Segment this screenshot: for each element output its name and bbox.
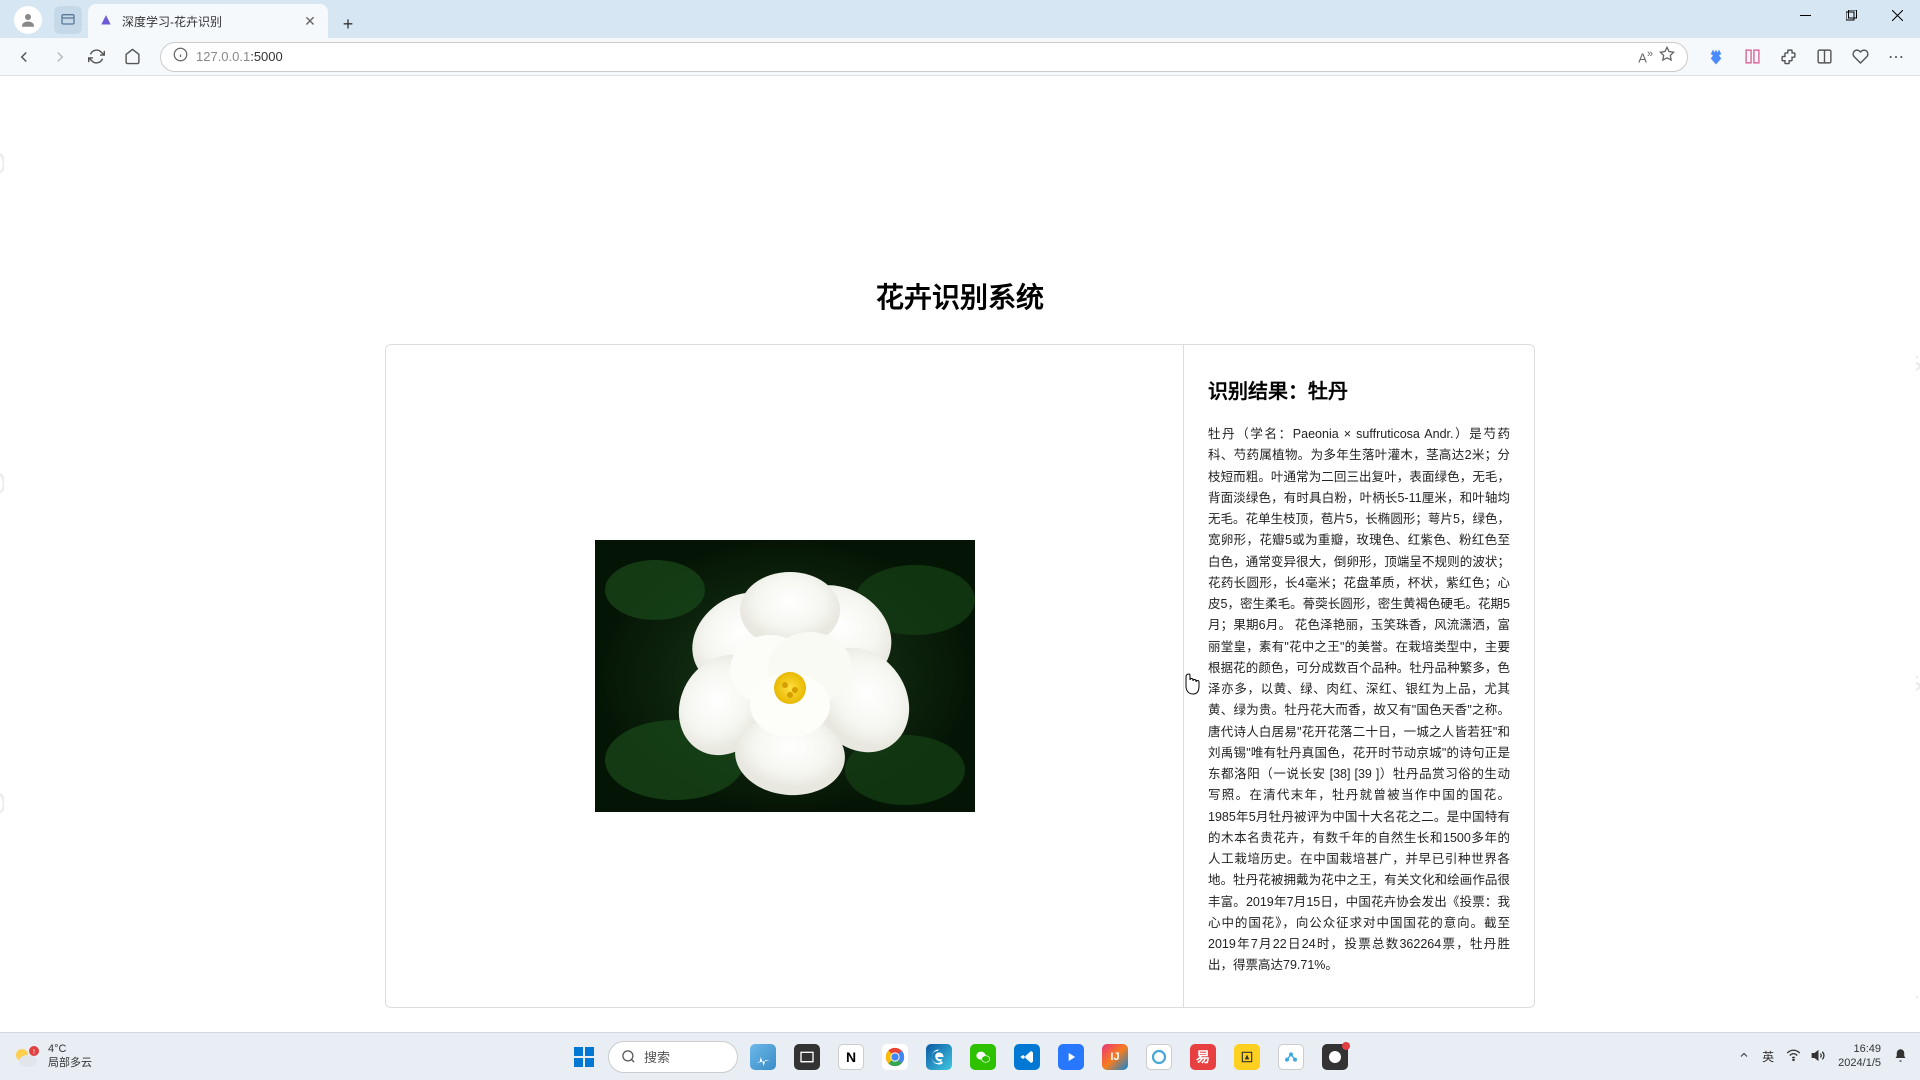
app-icon-8[interactable] [1228,1038,1266,1076]
weather-text: 4°C 局部多云 [48,1043,92,1069]
back-button[interactable] [8,41,40,73]
browser-tab[interactable]: 深度学习-花卉识别 ✕ [88,4,328,38]
search-placeholder: 搜索 [644,1047,670,1066]
app-icon-7[interactable]: 易 [1184,1038,1222,1076]
app-icon-notion[interactable]: N [832,1038,870,1076]
page-viewport: 花卉识别系统 [4,56,1916,1032]
result-description: 牡丹（学名：Paeonia × suffruticosa Andr.）是芍药科、… [1208,424,1510,977]
favorite-icon[interactable] [1659,46,1675,67]
wifi-icon[interactable] [1786,1048,1801,1066]
result-pane: 识别结果：牡丹 牡丹（学名：Paeonia × suffruticosa And… [1184,345,1534,1007]
tray-expand-icon[interactable] [1738,1049,1750,1064]
search-icon [621,1049,636,1064]
address-row: 127.0.0.1:5000 A» ⋯ [0,38,1920,76]
result-heading: 识别结果：牡丹 [1208,375,1510,404]
app-icon-10[interactable] [1316,1038,1354,1076]
minimize-button[interactable] [1782,0,1828,30]
app-icon-chrome[interactable] [876,1038,914,1076]
shopping-icon[interactable] [1700,41,1732,73]
tab-title: 深度学习-花卉识别 [122,13,294,30]
window-controls [1782,0,1920,30]
notifications-icon[interactable] [1893,1048,1908,1066]
tab-close-button[interactable]: ✕ [302,13,318,29]
read-aloud-icon[interactable]: A» [1638,48,1653,65]
weather-icon: ! [12,1043,40,1071]
taskbar-center: 搜索 N IJ 易 [566,1038,1354,1076]
clock[interactable]: 16:49 2024/1/5 [1838,1043,1881,1069]
maximize-button[interactable] [1828,0,1874,30]
app-icon-9[interactable] [1272,1038,1310,1076]
app-icon-vscode[interactable] [1008,1038,1046,1076]
split-screen-icon[interactable] [1808,41,1840,73]
close-window-button[interactable] [1874,0,1920,30]
address-bar[interactable]: 127.0.0.1:5000 A» [160,42,1688,72]
extensions-icon[interactable] [1772,41,1804,73]
app-icon-2[interactable] [788,1038,826,1076]
weather-widget[interactable]: ! 4°C 局部多云 [0,1043,104,1071]
app-icon-5[interactable] [1052,1038,1090,1076]
app-icon-1[interactable] [744,1038,782,1076]
workspaces-button[interactable] [54,6,82,34]
start-button[interactable] [566,1039,602,1075]
app-icon-intellij[interactable]: IJ [1096,1038,1134,1076]
app-icon-wechat[interactable] [964,1038,1002,1076]
browser-chrome: 深度学习-花卉识别 ✕ + 127.0.0.1:5000 A» ⋯ [0,0,1920,56]
favorites-icon[interactable] [1844,41,1876,73]
tab-row: 深度学习-花卉识别 ✕ + [0,0,1920,38]
new-tab-button[interactable]: + [334,10,362,38]
ime-indicator[interactable]: 英 [1762,1048,1774,1065]
profile-button[interactable] [14,6,42,34]
collections-icon[interactable] [1736,41,1768,73]
image-pane [386,345,1184,1007]
volume-icon[interactable] [1811,1048,1826,1066]
refresh-button[interactable] [80,41,112,73]
home-button[interactable] [116,41,148,73]
flower-image [595,540,975,812]
app-icon-edge[interactable] [920,1038,958,1076]
taskbar-search[interactable]: 搜索 [608,1041,738,1073]
system-tray: 英 16:49 2024/1/5 [1726,1043,1920,1069]
url-text: 127.0.0.1:5000 [196,49,1630,64]
menu-button[interactable]: ⋯ [1880,41,1912,73]
page-title: 花卉识别系统 [4,276,1916,316]
taskbar: ! 4°C 局部多云 搜索 N IJ 易 英 [0,1032,1920,1080]
svg-text:!: ! [33,1049,35,1056]
site-info-icon[interactable] [173,47,188,67]
tab-favicon-icon [98,13,114,29]
forward-button[interactable] [44,41,76,73]
app-icon-6[interactable] [1140,1038,1178,1076]
result-card: 识别结果：牡丹 牡丹（学名：Paeonia × suffruticosa And… [385,344,1535,1008]
